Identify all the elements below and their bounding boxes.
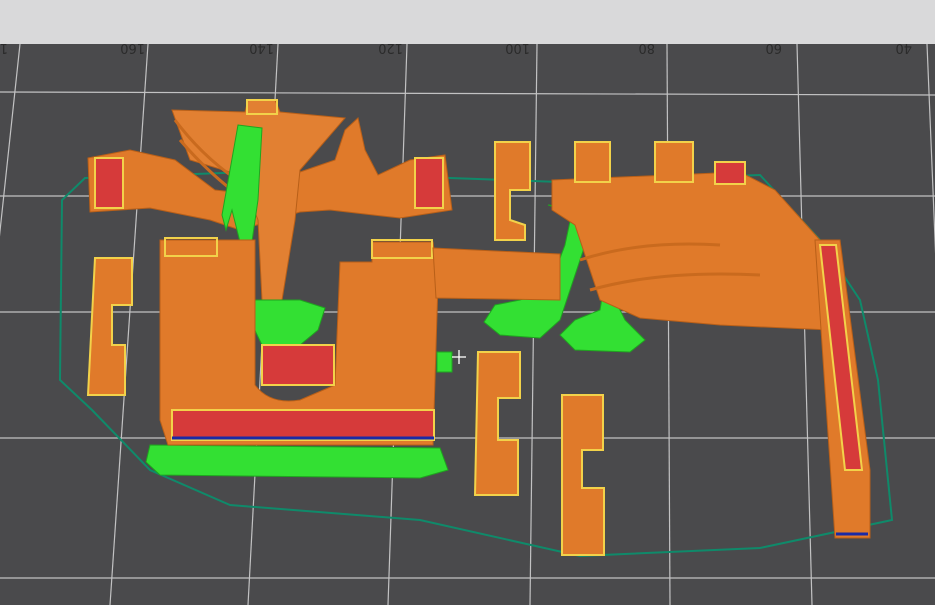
axis-tick: 120 (378, 40, 403, 55)
axis-tick: 40 (895, 40, 912, 55)
axis-tick: 140 (249, 40, 274, 55)
axis-tick: 60 (765, 40, 782, 55)
clip-part (494, 141, 531, 241)
clip-part (473, 351, 521, 496)
axis-tick: 80 (638, 40, 655, 55)
bed-scene: 180 160 140 120 100 80 60 40 (0, 40, 935, 605)
axis-tick: 180 (0, 40, 8, 55)
clip-part (561, 394, 605, 556)
axis-tick: 100 (505, 40, 530, 55)
clip-part (86, 257, 133, 396)
bed-axis-ticks: 180 160 140 120 100 80 60 40 (0, 40, 912, 55)
print-preview-viewport[interactable]: 180 160 140 120 100 80 60 40 (0, 0, 935, 605)
axis-tick: 160 (120, 40, 145, 55)
u-block-part (159, 237, 561, 446)
crosshair-icon (452, 350, 466, 364)
